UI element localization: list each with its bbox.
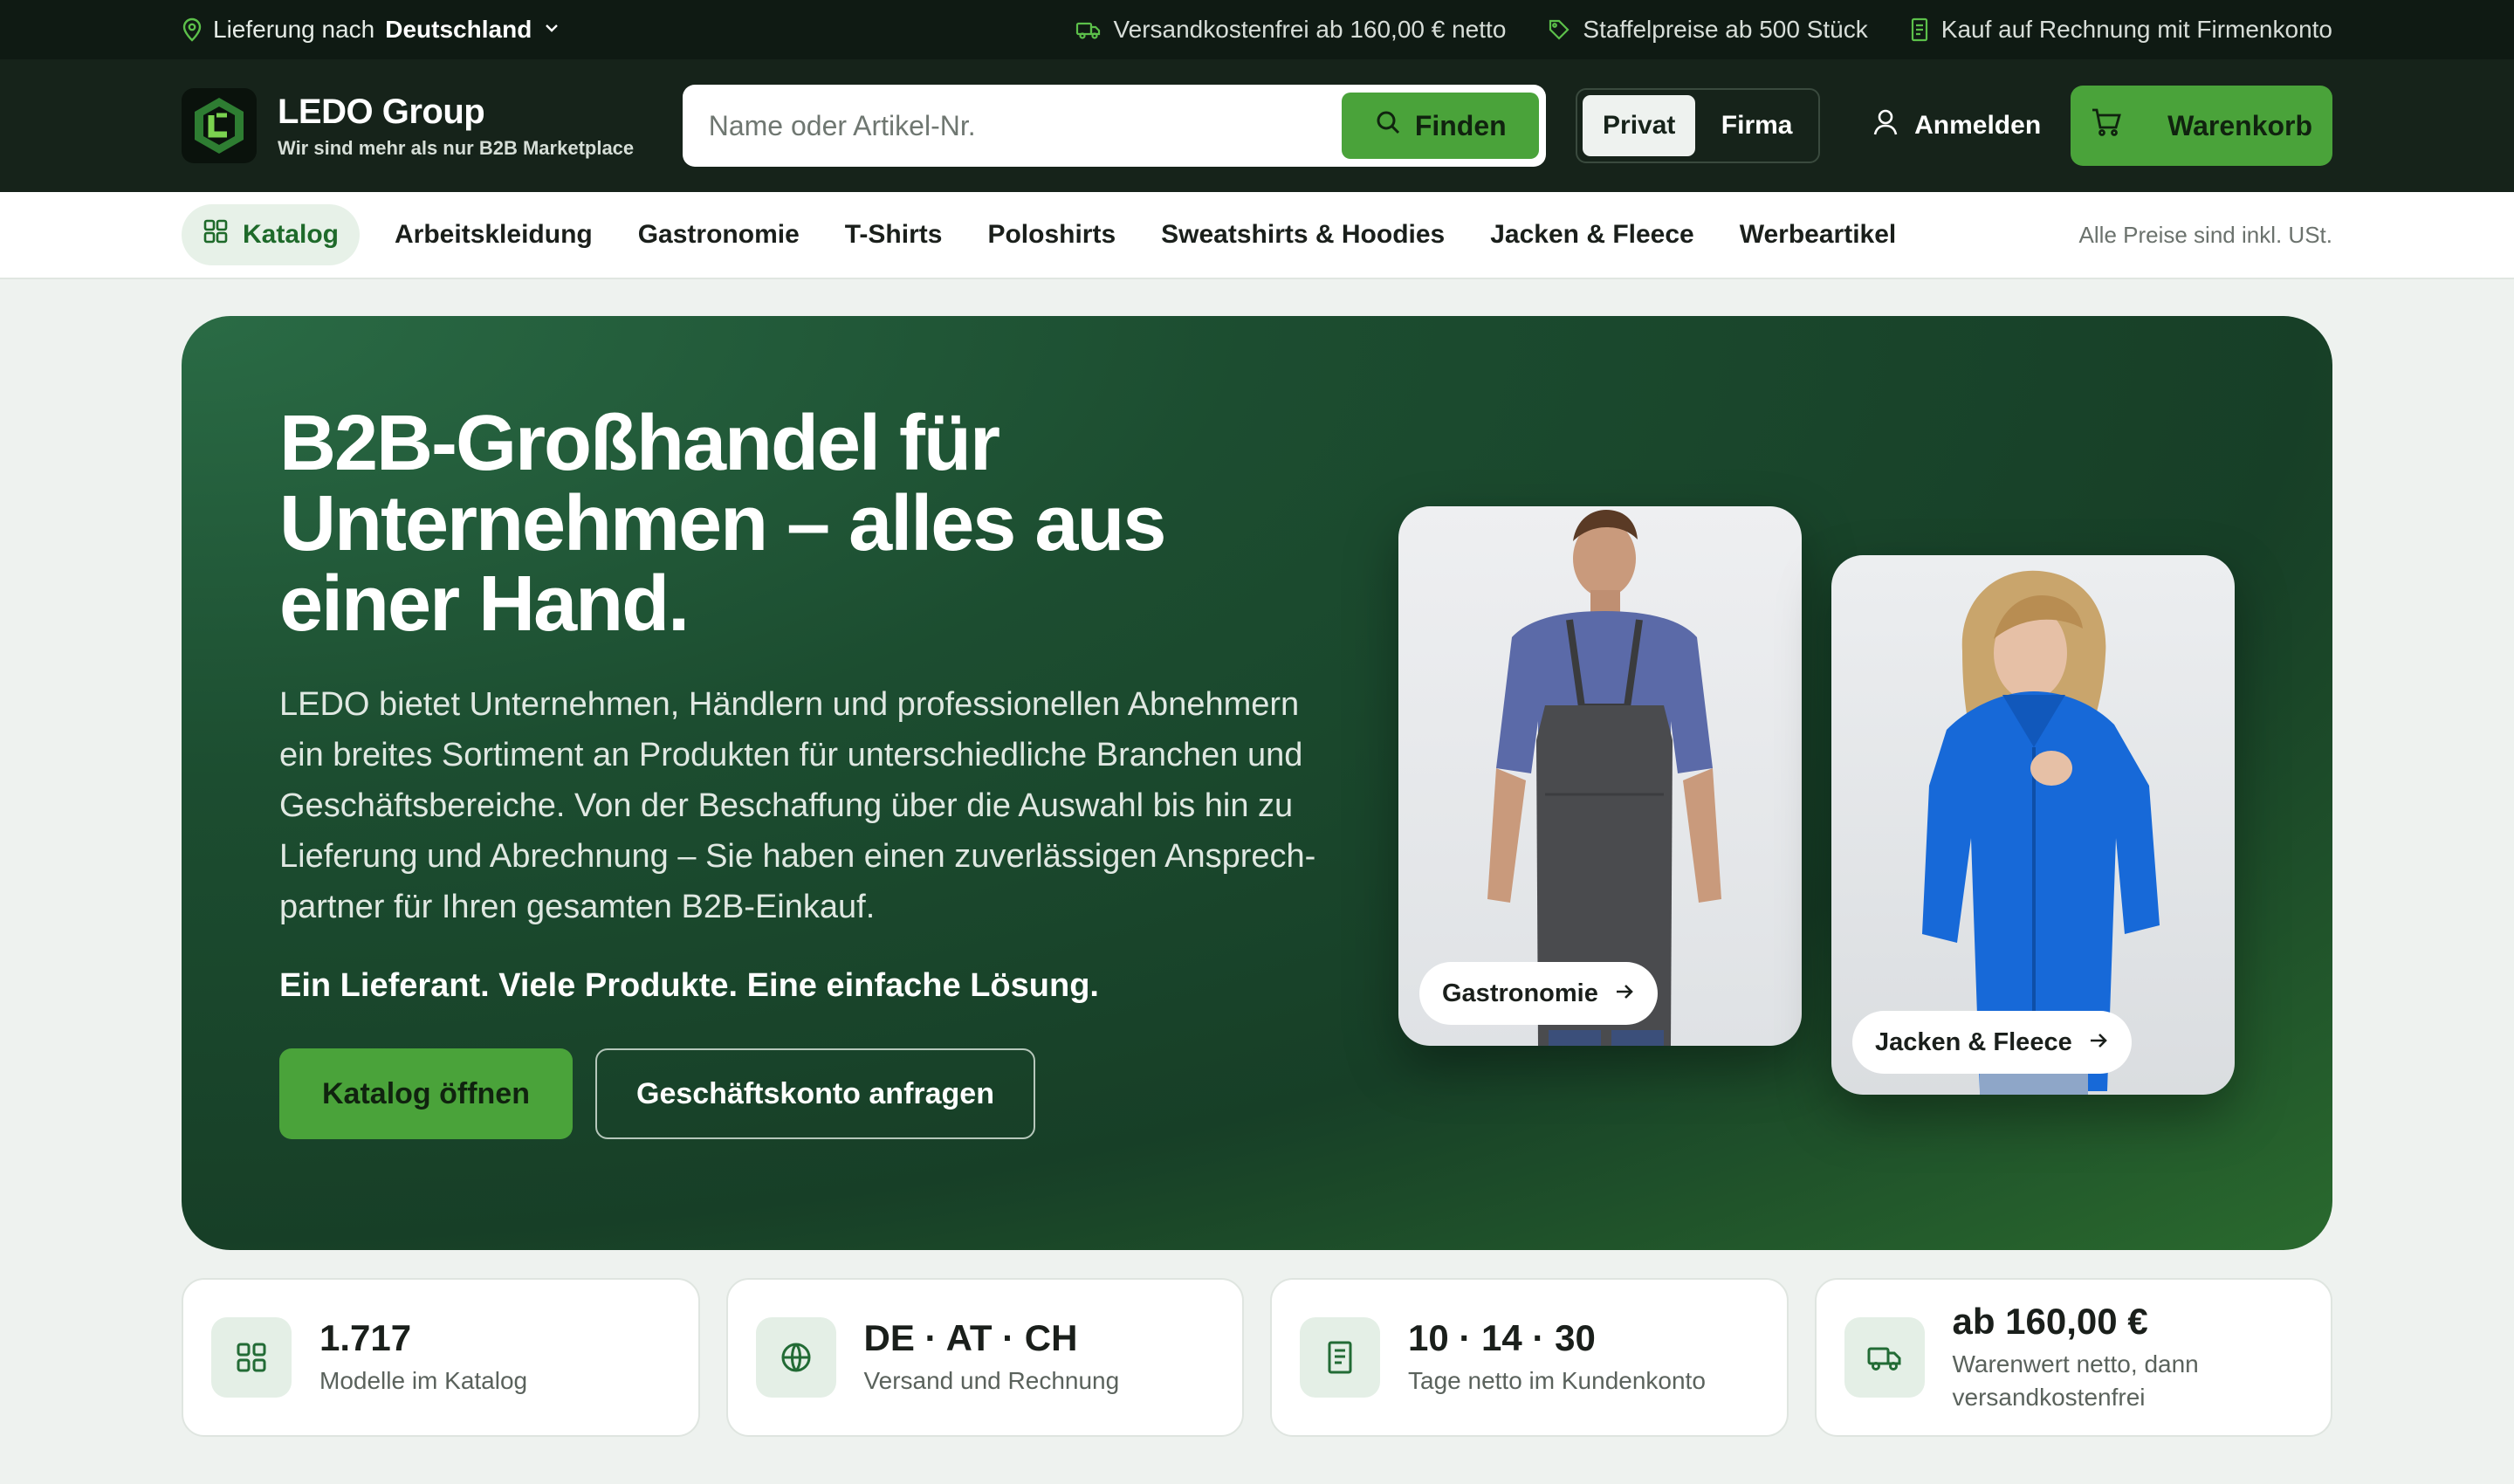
stat-value: 10 · 14 · 30 [1408, 1317, 1596, 1358]
stat-label: Tage netto im Kundenkonto [1408, 1367, 1706, 1394]
stats-row: 1.717 Modelle im Katalog DE · AT · CH Ve… [182, 1278, 2332, 1437]
stat-card-models: 1.717 Modelle im Katalog [182, 1278, 700, 1437]
login-button[interactable]: Anmelden [1872, 108, 2041, 143]
cart-label: Warenkorb [2167, 109, 2313, 141]
topbar-invoice: Kauf auf Rechnung mit Firmenkonto [1910, 16, 2332, 44]
stat-value: DE · AT · CH [863, 1317, 1078, 1358]
delivery-country-selector[interactable]: Lieferung nach Deutschland [182, 16, 561, 44]
arrow-right-icon [2088, 1028, 2109, 1057]
hero-title: B2B-Großhandel für Unternehmen – alles a… [279, 400, 1166, 648]
chevron-down-icon [542, 16, 561, 44]
receipt-icon [1910, 17, 1929, 42]
brand-title: LEDO Group [278, 92, 485, 131]
category-card-gastronomie[interactable]: Gastronomie [1398, 506, 1802, 1046]
category-nav: Katalog Arbeitskleidung Gastronomie T-Sh… [0, 192, 2514, 279]
user-icon [1872, 108, 1899, 143]
stat-label: Modelle im Katalog [319, 1367, 528, 1394]
ledo-logo [182, 88, 257, 163]
nav-link-arbeitskleidung[interactable]: Arbeitskleidung [395, 220, 593, 250]
toggle-firma[interactable]: Firma [1700, 95, 1813, 156]
catalog-label: Katalog [243, 220, 340, 249]
open-catalog-button[interactable]: Katalog öffnen [279, 1048, 573, 1139]
stat-card-free-shipping: ab 160,00 € Warenwert netto, dann versan… [1814, 1278, 2332, 1437]
nav-link-sweatshirts-hoodies[interactable]: Sweatshirts & Hoodies [1161, 220, 1445, 250]
truck-icon [1844, 1317, 1925, 1398]
card-label-pill[interactable]: Gastronomie [1419, 962, 1658, 1025]
stat-label: Versand und Rechnung [863, 1367, 1120, 1394]
card-label: Gastronomie [1442, 979, 1598, 1007]
search-button[interactable]: Finden [1342, 93, 1540, 159]
hero-banner: B2B-Großhandel für Unternehmen – alles a… [182, 316, 2332, 1250]
stat-value: ab 160,00 € [1952, 1301, 2148, 1342]
category-card-jacken-fleece[interactable]: Jacken & Fleece [1831, 555, 2235, 1095]
grid-icon [211, 1317, 292, 1398]
cart-icon [2091, 107, 2122, 144]
request-business-account-button[interactable]: Geschäftskonto anfragen [595, 1048, 1035, 1139]
delivery-country: Deutschland [385, 16, 532, 43]
grid-icon [203, 218, 229, 251]
card-label: Jacken & Fleece [1875, 1027, 2072, 1056]
card-label-pill[interactable]: Jacken & Fleece [1852, 1011, 2132, 1074]
topbar-free-shipping: Versandkostenfrei ab 160,00 € netto [1075, 16, 1507, 44]
nav-link-t-shirts[interactable]: T-Shirts [845, 220, 943, 250]
stat-label: Warenwert netto, dann versandkostenfrei [1952, 1350, 2199, 1411]
search-button-label: Finden [1414, 109, 1507, 141]
nav-link-gastronomie[interactable]: Gastronomie [638, 220, 800, 250]
customer-type-toggle: Privat Firma [1576, 88, 1821, 163]
tag-icon [1548, 18, 1570, 41]
search-bar: Finden [682, 85, 1547, 167]
topbar-item-text: Kauf auf Rechnung mit Firmenkonto [1940, 16, 2332, 43]
search-input[interactable] [708, 109, 1343, 142]
topbar-item-text: Versandkostenfrei ab 160,00 € netto [1113, 16, 1507, 43]
location-pin-icon [182, 17, 203, 42]
nav-link-poloshirts[interactable]: Poloshirts [987, 220, 1116, 250]
search-icon [1375, 109, 1401, 142]
receipt-icon [1300, 1317, 1380, 1398]
brand-subtitle: Wir sind mehr als nur B2B Marketplace [278, 136, 635, 159]
stat-card-payment-terms: 10 · 14 · 30 Tage netto im Kundenkonto [1270, 1278, 1789, 1437]
cart-button[interactable]: Warenkorb [2071, 86, 2332, 166]
hero-tagline: Ein Lieferant. Viele Produkte. Eine einf… [279, 967, 1099, 1004]
truck-icon [1075, 19, 1102, 40]
hero-description: LEDO bietet Unternehmen, Händlern und pr… [279, 686, 1316, 925]
arrow-right-icon [1614, 979, 1635, 1008]
topbar-item-text: Staffelpreise ab 500 Stück [1583, 16, 1868, 43]
delivery-prefix: Lieferung nach [213, 16, 375, 43]
top-info-bar: Lieferung nach Deutschland Versandkosten… [0, 0, 2514, 59]
globe-icon [755, 1317, 836, 1398]
stat-value: 1.717 [319, 1317, 412, 1358]
toggle-privat[interactable]: Privat [1583, 95, 1696, 156]
nav-link-jacken-fleece[interactable]: Jacken & Fleece [1490, 220, 1693, 250]
stat-card-countries: DE · AT · CH Versand und Rechnung [725, 1278, 1244, 1437]
topbar-tier-prices: Staffelpreise ab 500 Stück [1548, 16, 1868, 44]
catalog-button[interactable]: Katalog [182, 204, 361, 265]
price-note: Alle Preise sind inkl. USt. [2078, 221, 2332, 248]
main-header: LEDO Group Wir sind mehr als nur B2B Mar… [0, 59, 2514, 192]
nav-link-werbeartikel[interactable]: Werbeartikel [1740, 220, 1897, 250]
brand-home-link[interactable]: LEDO Group Wir sind mehr als nur B2B Mar… [182, 88, 653, 163]
login-label: Anmelden [1914, 111, 2042, 140]
